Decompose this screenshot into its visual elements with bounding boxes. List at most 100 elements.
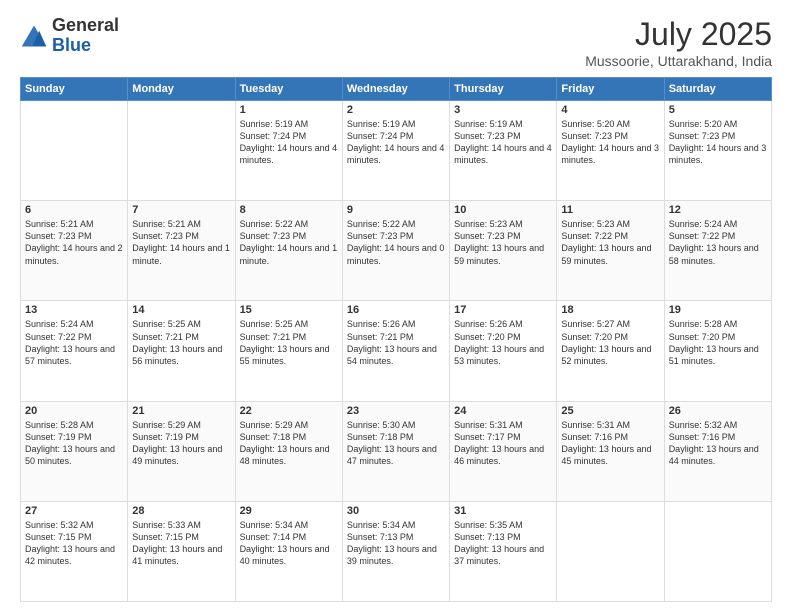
day-info: Sunrise: 5:23 AM Sunset: 7:23 PM Dayligh… bbox=[454, 218, 552, 267]
calendar-cell: 1Sunrise: 5:19 AM Sunset: 7:24 PM Daylig… bbox=[235, 101, 342, 201]
calendar-cell bbox=[664, 501, 771, 601]
calendar-week-row: 6 Sunrise: 5:21 AM Sunset: 7:23 PM Daylig… bbox=[21, 201, 772, 301]
day-info: Sunrise: 5:24 AM Sunset: 7:22 PM Dayligh… bbox=[669, 218, 767, 267]
day-number: 17 bbox=[454, 304, 552, 316]
day-number: 10 bbox=[454, 204, 552, 216]
day-number: 2 bbox=[347, 104, 445, 116]
calendar-cell: 22 Sunrise: 5:29 AM Sunset: 7:18 PM Dayli… bbox=[235, 401, 342, 501]
calendar-cell: 20Sunrise: 5:28 AM Sunset: 7:19 PM Dayli… bbox=[21, 401, 128, 501]
calendar-cell: 4 Sunrise: 5:20 AM Sunset: 7:23 PM Daylig… bbox=[557, 101, 664, 201]
calendar-cell: 3 Sunrise: 5:19 AM Sunset: 7:23 PM Daylig… bbox=[450, 101, 557, 201]
day-number: 7 bbox=[132, 204, 230, 216]
day-info: Sunrise: 5:21 AM Sunset: 7:23 PM Dayligh… bbox=[132, 218, 230, 267]
col-tuesday: Tuesday bbox=[235, 78, 342, 101]
day-number: 14 bbox=[132, 304, 230, 316]
day-info: Sunrise: 5:31 AM Sunset: 7:17 PM Dayligh… bbox=[454, 419, 552, 468]
calendar-cell bbox=[21, 101, 128, 201]
calendar-cell: 13Sunrise: 5:24 AM Sunset: 7:22 PM Dayli… bbox=[21, 301, 128, 401]
col-sunday: Sunday bbox=[21, 78, 128, 101]
calendar-cell: 28 Sunrise: 5:33 AM Sunset: 7:15 PM Dayli… bbox=[128, 501, 235, 601]
calendar-cell: 21 Sunrise: 5:29 AM Sunset: 7:19 PM Dayli… bbox=[128, 401, 235, 501]
col-monday: Monday bbox=[128, 78, 235, 101]
calendar-cell bbox=[557, 501, 664, 601]
day-info: Sunrise: 5:29 AM Sunset: 7:19 PM Dayligh… bbox=[132, 419, 230, 468]
day-info: Sunrise: 5:34 AM Sunset: 7:13 PM Dayligh… bbox=[347, 519, 445, 568]
calendar-cell: 9Sunrise: 5:22 AM Sunset: 7:23 PM Daylig… bbox=[342, 201, 449, 301]
day-info: Sunrise: 5:22 AM Sunset: 7:23 PM Dayligh… bbox=[347, 218, 445, 267]
day-info: Sunrise: 5:20 AM Sunset: 7:23 PM Dayligh… bbox=[561, 118, 659, 167]
page-header: General Blue July 2025 Mussoorie, Uttara… bbox=[20, 16, 772, 69]
col-thursday: Thursday bbox=[450, 78, 557, 101]
day-info: Sunrise: 5:19 AM Sunset: 7:23 PM Dayligh… bbox=[454, 118, 552, 167]
day-info: Sunrise: 5:25 AM Sunset: 7:21 PM Dayligh… bbox=[132, 318, 230, 367]
calendar-cell: 10 Sunrise: 5:23 AM Sunset: 7:23 PM Dayli… bbox=[450, 201, 557, 301]
day-number: 11 bbox=[561, 204, 659, 216]
calendar-cell: 5Sunrise: 5:20 AM Sunset: 7:23 PM Daylig… bbox=[664, 101, 771, 201]
day-number: 3 bbox=[454, 104, 552, 116]
day-number: 4 bbox=[561, 104, 659, 116]
title-block: July 2025 Mussoorie, Uttarakhand, India bbox=[585, 16, 772, 69]
calendar-cell: 30 Sunrise: 5:34 AM Sunset: 7:13 PM Dayli… bbox=[342, 501, 449, 601]
calendar-cell: 8 Sunrise: 5:22 AM Sunset: 7:23 PM Daylig… bbox=[235, 201, 342, 301]
day-number: 16 bbox=[347, 304, 445, 316]
day-info: Sunrise: 5:29 AM Sunset: 7:18 PM Dayligh… bbox=[240, 419, 338, 468]
month-title: July 2025 bbox=[585, 16, 772, 53]
day-number: 15 bbox=[240, 304, 338, 316]
calendar-cell: 15 Sunrise: 5:25 AM Sunset: 7:21 PM Dayli… bbox=[235, 301, 342, 401]
logo-icon bbox=[20, 22, 48, 50]
calendar-cell: 29 Sunrise: 5:34 AM Sunset: 7:14 PM Dayli… bbox=[235, 501, 342, 601]
calendar-cell: 6Sunrise: 5:21 AM Sunset: 7:23 PM Daylig… bbox=[21, 201, 128, 301]
day-info: Sunrise: 5:32 AM Sunset: 7:16 PM Dayligh… bbox=[669, 419, 767, 468]
day-info: Sunrise: 5:33 AM Sunset: 7:15 PM Dayligh… bbox=[132, 519, 230, 568]
calendar-week-row: 27Sunrise: 5:32 AM Sunset: 7:15 PM Dayli… bbox=[21, 501, 772, 601]
calendar-cell: 31Sunrise: 5:35 AM Sunset: 7:13 PM Dayli… bbox=[450, 501, 557, 601]
calendar-cell: 23 Sunrise: 5:30 AM Sunset: 7:18 PM Dayli… bbox=[342, 401, 449, 501]
calendar-cell: 12 Sunrise: 5:24 AM Sunset: 7:22 PM Dayli… bbox=[664, 201, 771, 301]
day-number: 27 bbox=[25, 505, 123, 517]
day-info: Sunrise: 5:23 AM Sunset: 7:22 PM Dayligh… bbox=[561, 218, 659, 267]
day-info: Sunrise: 5:22 AM Sunset: 7:23 PM Dayligh… bbox=[240, 218, 338, 267]
day-info: Sunrise: 5:35 AM Sunset: 7:13 PM Dayligh… bbox=[454, 519, 552, 568]
day-info: Sunrise: 5:19 AM Sunset: 7:24 PM Dayligh… bbox=[347, 118, 445, 167]
day-info: Sunrise: 5:25 AM Sunset: 7:21 PM Dayligh… bbox=[240, 318, 338, 367]
day-info: Sunrise: 5:31 AM Sunset: 7:16 PM Dayligh… bbox=[561, 419, 659, 468]
day-number: 28 bbox=[132, 505, 230, 517]
day-info: Sunrise: 5:26 AM Sunset: 7:20 PM Dayligh… bbox=[454, 318, 552, 367]
day-number: 8 bbox=[240, 204, 338, 216]
calendar-cell: 17 Sunrise: 5:26 AM Sunset: 7:20 PM Dayli… bbox=[450, 301, 557, 401]
day-number: 26 bbox=[669, 405, 767, 417]
day-number: 25 bbox=[561, 405, 659, 417]
calendar-cell: 25 Sunrise: 5:31 AM Sunset: 7:16 PM Dayli… bbox=[557, 401, 664, 501]
calendar-week-row: 1 Sunrise: 5:19 AM Sunset: 7:24 PM Daylig… bbox=[21, 101, 772, 201]
day-number: 20 bbox=[25, 405, 123, 417]
location-title: Mussoorie, Uttarakhand, India bbox=[585, 53, 772, 69]
day-number: 29 bbox=[240, 505, 338, 517]
calendar-body: 1 Sunrise: 5:19 AM Sunset: 7:24 PM Daylig… bbox=[21, 101, 772, 602]
calendar-cell: 14 Sunrise: 5:25 AM Sunset: 7:21 PM Dayli… bbox=[128, 301, 235, 401]
calendar-cell: 7 Sunrise: 5:21 AM Sunset: 7:23 PM Daylig… bbox=[128, 201, 235, 301]
col-saturday: Saturday bbox=[664, 78, 771, 101]
day-number: 21 bbox=[132, 405, 230, 417]
calendar-cell bbox=[128, 101, 235, 201]
day-number: 1 bbox=[240, 104, 338, 116]
day-number: 12 bbox=[669, 204, 767, 216]
day-number: 6 bbox=[25, 204, 123, 216]
day-number: 5 bbox=[669, 104, 767, 116]
day-info: Sunrise: 5:24 AM Sunset: 7:22 PM Dayligh… bbox=[25, 318, 123, 367]
day-info: Sunrise: 5:26 AM Sunset: 7:21 PM Dayligh… bbox=[347, 318, 445, 367]
calendar-cell: 27Sunrise: 5:32 AM Sunset: 7:15 PM Dayli… bbox=[21, 501, 128, 601]
calendar-table: Sunday Monday Tuesday Wednesday Thursday… bbox=[20, 77, 772, 602]
day-number: 19 bbox=[669, 304, 767, 316]
day-info: Sunrise: 5:30 AM Sunset: 7:18 PM Dayligh… bbox=[347, 419, 445, 468]
day-info: Sunrise: 5:34 AM Sunset: 7:14 PM Dayligh… bbox=[240, 519, 338, 568]
day-number: 23 bbox=[347, 405, 445, 417]
day-number: 30 bbox=[347, 505, 445, 517]
col-friday: Friday bbox=[557, 78, 664, 101]
day-info: Sunrise: 5:28 AM Sunset: 7:20 PM Dayligh… bbox=[669, 318, 767, 367]
day-info: Sunrise: 5:27 AM Sunset: 7:20 PM Dayligh… bbox=[561, 318, 659, 367]
calendar-cell: 2 Sunrise: 5:19 AM Sunset: 7:24 PM Daylig… bbox=[342, 101, 449, 201]
calendar-week-row: 13Sunrise: 5:24 AM Sunset: 7:22 PM Dayli… bbox=[21, 301, 772, 401]
calendar-cell: 26 Sunrise: 5:32 AM Sunset: 7:16 PM Dayli… bbox=[664, 401, 771, 501]
calendar-cell: 24Sunrise: 5:31 AM Sunset: 7:17 PM Dayli… bbox=[450, 401, 557, 501]
day-number: 22 bbox=[240, 405, 338, 417]
